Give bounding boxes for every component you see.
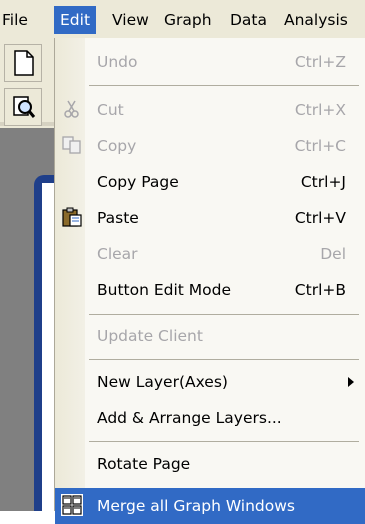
- menu-edit[interactable]: Edit: [54, 6, 97, 34]
- menu-item-label: Copy Page: [97, 173, 179, 191]
- menu-item-label: Button Edit Mode: [97, 281, 232, 299]
- menubar: File Edit View Graph Data Analysis: [0, 0, 365, 38]
- menu-graph[interactable]: Graph: [164, 8, 212, 32]
- menu-separator: [89, 314, 359, 315]
- menu-separator: [89, 359, 359, 360]
- menu-item-copy[interactable]: Copy Ctrl+C: [55, 128, 365, 164]
- menu-item-label: Add & Arrange Layers...: [97, 409, 282, 427]
- menu-item-copy-page[interactable]: Copy Page Ctrl+J: [55, 164, 365, 200]
- merge-windows-icon: [61, 494, 83, 516]
- menu-item-cut[interactable]: Cut Ctrl+X: [55, 92, 365, 128]
- menu-item-label: Cut: [97, 101, 124, 119]
- menu-data[interactable]: Data: [230, 8, 267, 32]
- menu-item-merge-graph-windows[interactable]: Merge all Graph Windows: [55, 488, 365, 524]
- menu-separator: [89, 441, 359, 442]
- menu-item-rotate-page[interactable]: Rotate Page: [55, 446, 365, 482]
- project-explorer-button[interactable]: [4, 88, 42, 126]
- menu-item-new-layer[interactable]: New Layer(Axes): [55, 364, 365, 400]
- menu-item-shortcut: Ctrl+Z: [294, 53, 346, 71]
- menu-item-label: Clear: [97, 245, 138, 263]
- paste-clipboard-icon: [61, 206, 83, 228]
- menu-item-shortcut: Ctrl+C: [294, 137, 346, 155]
- menu-item-label: Undo: [97, 53, 138, 71]
- menu-separator: [89, 85, 359, 86]
- menu-item-add-arrange-layers[interactable]: Add & Arrange Layers...: [55, 400, 365, 436]
- menu-item-label: New Layer(Axes): [97, 373, 228, 391]
- new-document-icon: [14, 50, 34, 76]
- menu-file[interactable]: File: [2, 8, 28, 32]
- menu-item-shortcut: Ctrl+X: [294, 101, 346, 119]
- menu-item-shortcut: Ctrl+J: [300, 173, 346, 191]
- graph-window-client: [42, 183, 54, 511]
- menu-analysis[interactable]: Analysis: [284, 8, 348, 32]
- submenu-arrow-icon: [348, 377, 354, 387]
- menu-item-label: Update Client: [97, 327, 203, 345]
- edit-menu-dropdown: Undo Ctrl+Z Cut Ctrl+X Copy Ctrl+C Copy …: [54, 38, 365, 524]
- menu-item-label: Rotate Page: [97, 455, 191, 473]
- menu-item-shortcut: Ctrl+B: [294, 281, 346, 299]
- menu-item-undo[interactable]: Undo Ctrl+Z: [55, 44, 365, 80]
- copy-icon: [61, 134, 83, 156]
- menu-item-button-edit-mode[interactable]: Button Edit Mode Ctrl+B: [55, 272, 365, 308]
- menu-item-shortcut: Ctrl+V: [294, 209, 346, 227]
- menu-item-paste[interactable]: Paste Ctrl+V: [55, 200, 365, 236]
- toolbar: [0, 38, 54, 128]
- scissors-icon: [61, 98, 83, 120]
- menu-item-shortcut: Del: [320, 245, 346, 263]
- menu-item-clear[interactable]: Clear Del: [55, 236, 365, 272]
- menu-item-label: Copy: [97, 137, 137, 155]
- magnifier-icon: [13, 96, 36, 118]
- menu-item-label: Paste: [97, 209, 139, 227]
- menu-item-update-client[interactable]: Update Client: [55, 318, 365, 354]
- new-document-button[interactable]: [4, 44, 42, 82]
- menu-item-label: Merge all Graph Windows: [97, 497, 296, 515]
- menu-view[interactable]: View: [112, 8, 149, 32]
